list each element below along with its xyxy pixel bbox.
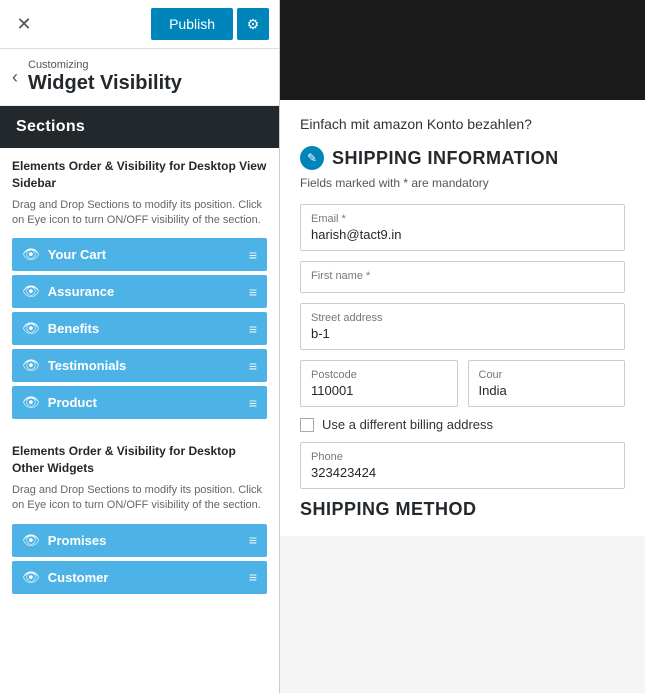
- widget-item-product[interactable]: 👁 Product ≡: [12, 386, 267, 419]
- email-field[interactable]: Email * harish@tact9.in: [300, 204, 625, 251]
- hamburger-icon-promises: ≡: [249, 532, 257, 548]
- close-button[interactable]: ✕: [10, 10, 38, 38]
- widget-item-assurance[interactable]: 👁 Assurance ≡: [12, 275, 267, 308]
- hamburger-icon-benefits: ≡: [249, 321, 257, 337]
- widget-label-yourcart: Your Cart: [48, 247, 106, 262]
- email-label: Email *: [311, 213, 614, 225]
- hamburger-icon-product: ≡: [249, 395, 257, 411]
- section-group-2: Elements Order & Visibility for Desktop …: [0, 433, 279, 607]
- shipping-title: SHIPPING INFORMATION: [332, 148, 559, 169]
- eye-icon-yourcart: 👁: [22, 246, 40, 263]
- publish-button[interactable]: Publish: [151, 8, 233, 40]
- billing-label: Use a different billing address: [322, 417, 493, 432]
- hamburger-icon-testimonials: ≡: [249, 358, 257, 374]
- hamburger-icon-yourcart: ≡: [249, 247, 257, 263]
- shipping-method-title: SHIPPING METHOD: [300, 499, 625, 520]
- country-label: Cour: [479, 369, 615, 381]
- phone-label: Phone: [311, 451, 614, 463]
- widget-item-customer[interactable]: 👁 Customer ≡: [12, 561, 267, 594]
- widget-item-testimonials[interactable]: 👁 Testimonials ≡: [12, 349, 267, 382]
- group2-title: Elements Order & Visibility for Desktop …: [12, 443, 267, 477]
- eye-icon-testimonials: 👁: [22, 357, 40, 374]
- edit-icon: ✎: [300, 146, 324, 170]
- hamburger-icon-customer: ≡: [249, 569, 257, 585]
- billing-checkbox-row: Use a different billing address: [300, 417, 625, 432]
- shipping-title-row: ✎ SHIPPING INFORMATION: [300, 146, 625, 170]
- breadcrumb-area: ‹ Customizing Widget Visibility: [0, 49, 279, 106]
- back-button[interactable]: ‹: [12, 67, 18, 88]
- eye-icon-customer: 👁: [22, 569, 40, 586]
- section-group-1: Elements Order & Visibility for Desktop …: [0, 148, 279, 433]
- postcode-field[interactable]: Postcode 110001: [300, 360, 458, 407]
- billing-checkbox[interactable]: [300, 418, 314, 432]
- widget-label-benefits: Benefits: [48, 321, 99, 336]
- widget-label-assurance: Assurance: [48, 284, 114, 299]
- hamburger-icon-assurance: ≡: [249, 284, 257, 300]
- mandatory-text: Fields marked with * are mandatory: [300, 176, 625, 190]
- group1-desc: Drag and Drop Sections to modify its pos…: [12, 198, 267, 229]
- sections-header: Sections: [0, 106, 279, 148]
- postcode-value: 110001: [311, 383, 447, 398]
- publish-area: Publish ⚙: [151, 8, 269, 40]
- email-value: harish@tact9.in: [311, 227, 614, 242]
- right-panel: Einfach mit amazon Konto bezahlen? ✎ SHI…: [280, 0, 645, 693]
- widget-label-customer: Customer: [48, 570, 109, 585]
- breadcrumb-sub: Customizing: [28, 59, 182, 71]
- breadcrumb-title: Widget Visibility: [28, 71, 182, 95]
- widget-label-promises: Promises: [48, 533, 107, 548]
- top-bar: ✕ Publish ⚙: [0, 0, 279, 49]
- eye-icon-benefits: 👁: [22, 320, 40, 337]
- widget-item-promises[interactable]: 👁 Promises ≡: [12, 524, 267, 557]
- breadcrumb-text: Customizing Widget Visibility: [28, 59, 182, 95]
- gear-button[interactable]: ⚙: [237, 8, 269, 40]
- firstname-field[interactable]: First name *: [300, 261, 625, 293]
- phone-field[interactable]: Phone 323423424: [300, 442, 625, 489]
- dark-top-banner: [280, 0, 645, 100]
- eye-icon-product: 👁: [22, 394, 40, 411]
- phone-value: 323423424: [311, 465, 614, 480]
- widget-label-testimonials: Testimonials: [48, 358, 127, 373]
- widget-item-yourcart[interactable]: 👁 Your Cart ≡: [12, 238, 267, 271]
- postcode-label: Postcode: [311, 369, 447, 381]
- street-value: b-1: [311, 326, 614, 341]
- postcode-country-row: Postcode 110001 Cour India: [300, 360, 625, 407]
- country-value: India: [479, 383, 615, 398]
- group2-desc: Drag and Drop Sections to modify its pos…: [12, 483, 267, 514]
- eye-icon-promises: 👁: [22, 532, 40, 549]
- widget-item-benefits[interactable]: 👁 Benefits ≡: [12, 312, 267, 345]
- amazon-text: Einfach mit amazon Konto bezahlen?: [300, 116, 625, 132]
- firstname-label: First name *: [311, 270, 614, 282]
- country-field[interactable]: Cour India: [468, 360, 626, 407]
- form-container: Einfach mit amazon Konto bezahlen? ✎ SHI…: [280, 100, 645, 536]
- left-panel: ✕ Publish ⚙ ‹ Customizing Widget Visibil…: [0, 0, 280, 693]
- street-label: Street address: [311, 312, 614, 324]
- widget-label-product: Product: [48, 395, 97, 410]
- street-field[interactable]: Street address b-1: [300, 303, 625, 350]
- group1-title: Elements Order & Visibility for Desktop …: [12, 158, 267, 192]
- eye-icon-assurance: 👁: [22, 283, 40, 300]
